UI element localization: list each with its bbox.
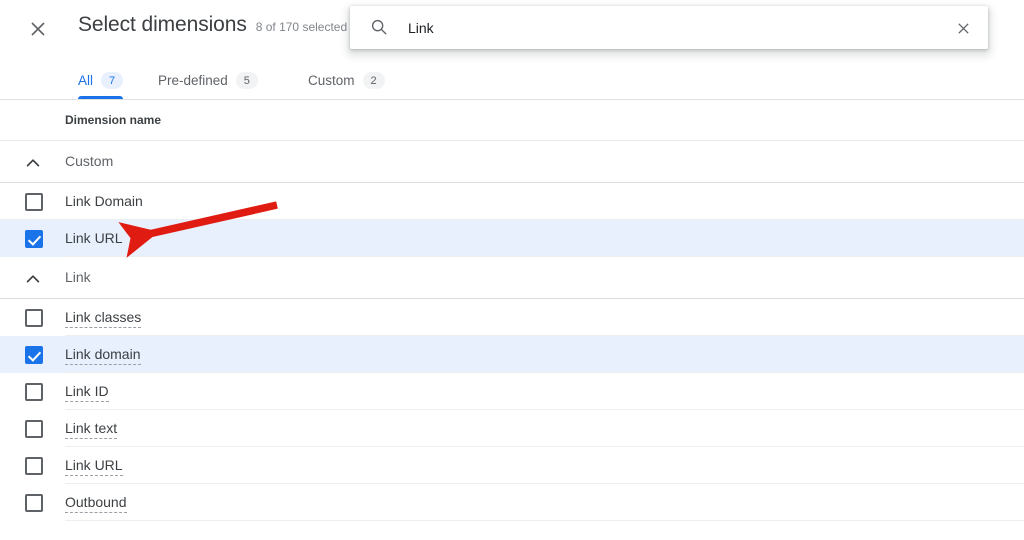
table-row[interactable]: Link URL (0, 447, 1024, 484)
tab-count-badge: 2 (362, 72, 385, 89)
dimension-name-label: Link classes (65, 309, 142, 328)
tab-count-badge: 5 (235, 72, 258, 89)
group-header-custom[interactable]: Custom (0, 141, 1024, 183)
row-checkbox[interactable] (25, 193, 43, 211)
tab-label: All (78, 73, 94, 88)
group-label: Link (65, 269, 91, 285)
dimension-name-label: Link URL (65, 457, 123, 476)
selection-count: 8 of 170 selected (255, 20, 348, 34)
column-header-dimension-name: Dimension name (65, 113, 162, 127)
tab-pre-defined[interactable]: Pre-defined 5 (158, 62, 258, 99)
search-input[interactable] (408, 6, 928, 49)
dialog-title-group: Select dimensions 8 of 170 selected (78, 12, 347, 40)
active-tab-underline (78, 96, 123, 99)
tab-all[interactable]: All 7 (78, 62, 124, 99)
close-dialog-button[interactable] (20, 11, 56, 47)
row-checkbox[interactable] (25, 346, 43, 364)
row-checkbox[interactable] (25, 420, 43, 438)
row-checkbox[interactable] (25, 383, 43, 401)
close-icon (957, 22, 969, 34)
chevron-up-icon[interactable] (22, 152, 44, 174)
dimension-name-label: Link ID (65, 383, 109, 402)
group-label: Custom (65, 153, 114, 169)
dimension-name-label: Link domain (65, 346, 141, 365)
dimension-name-label: Link Domain (65, 193, 143, 209)
table-row[interactable]: Link ID (0, 373, 1024, 410)
table-row[interactable]: Link classes (0, 299, 1024, 336)
table-row[interactable]: Link Domain (0, 183, 1024, 220)
row-divider (65, 520, 1024, 521)
search-bar[interactable] (350, 6, 988, 49)
table-row[interactable]: Link domain (0, 336, 1024, 373)
tab-custom[interactable]: Custom 2 (308, 62, 385, 99)
page-title: Select dimensions (78, 13, 247, 36)
row-checkbox[interactable] (25, 309, 43, 327)
tab-label: Custom (308, 73, 355, 88)
search-icon (369, 17, 389, 37)
table-row[interactable]: Link text (0, 410, 1024, 447)
dialog-header: Select dimensions 8 of 170 selected (0, 0, 1024, 56)
tab-label: Pre-defined (158, 73, 228, 88)
dimension-name-label: Outbound (65, 494, 127, 513)
dimension-list: Custom Link Domain Link URL Link Link classe… (0, 141, 1024, 521)
clear-search-button[interactable] (950, 15, 976, 41)
select-dimensions-dialog: Select dimensions 8 of 170 selected All 7… (0, 0, 1024, 540)
row-checkbox[interactable] (25, 494, 43, 512)
row-checkbox[interactable] (25, 230, 43, 248)
dimension-name-label: Link URL (65, 230, 123, 246)
group-header-link[interactable]: Link (0, 257, 1024, 299)
table-row[interactable]: Outbound (0, 484, 1024, 521)
tab-count-badge: 7 (101, 72, 124, 89)
filter-tabs: All 7 Pre-defined 5 Custom 2 (0, 62, 1024, 100)
row-checkbox[interactable] (25, 457, 43, 475)
table-row[interactable]: Link URL (0, 220, 1024, 257)
chevron-up-icon[interactable] (22, 268, 44, 290)
dimension-name-label: Link text (65, 420, 118, 439)
table-column-header: Dimension name (0, 100, 1024, 141)
close-icon (31, 22, 45, 36)
